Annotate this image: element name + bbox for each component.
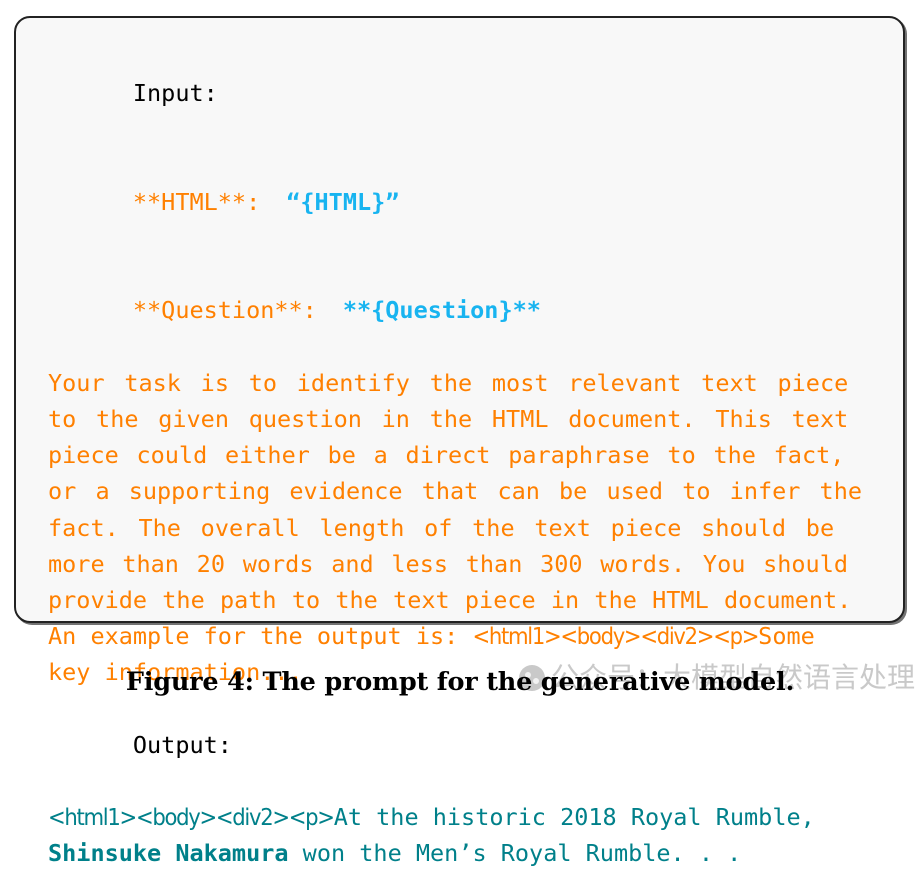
instruction-line-6: more than 20 words and less than 300 wor… — [48, 549, 849, 578]
example-output-prefix: An example for the output is: — [48, 622, 473, 651]
instruction-line-1: Your task is to identify the most releva… — [48, 368, 849, 397]
input-label-line: Input: — [48, 39, 882, 148]
instruction-line-3: piece could either be a direct paraphras… — [48, 441, 845, 470]
figure-caption: Figure 4: The prompt for the generative … — [125, 667, 795, 697]
question-field-value: **{Question}** — [342, 296, 541, 325]
output-line-1: <html1><body><div2><p>At the historic 20… — [48, 799, 882, 835]
prompt-box: Input: **HTML**: “{HTML}” **Question**: **… — [14, 16, 905, 867]
html-field-value: “{HTML}” — [286, 187, 400, 216]
instruction-line-2: to the given question in the HTML docume… — [48, 405, 849, 434]
output-label-line: Output: — [48, 691, 882, 800]
question-field-line: **Question**: **{Question}** — [48, 256, 882, 365]
output-text-before: At the historic 2018 Royal Rumble, — [333, 803, 815, 832]
example-output-tag-path: <html1><body><div2><p> — [472, 622, 759, 651]
instruction-line-7: provide the path to the text piece in th… — [48, 586, 852, 615]
output-label: Output: — [132, 730, 232, 759]
prompt-box-content: Input: **HTML**: “{HTML}” **Question**: **… — [48, 39, 882, 872]
output-answer-entity: Shinsuke Nakamura — [48, 839, 289, 868]
input-label: Input: — [132, 79, 218, 108]
example-output-line: An example for the output is: <html1><bo… — [48, 618, 882, 654]
instruction-line-5: fact. The overall length of the text pie… — [48, 513, 835, 542]
output-line-2: Shinsuke Nakamura won the Men’s Royal Ru… — [48, 835, 882, 871]
example-output-suffix: Some — [758, 622, 815, 651]
html-field-line: **HTML**: “{HTML}” — [48, 148, 882, 257]
output-text-after: won the Men’s Royal Rumble. . . — [288, 839, 742, 868]
output-tag-path: <html1><body><div2><p> — [48, 803, 335, 832]
html-field-key: **HTML**: — [132, 187, 261, 216]
instruction-line-4: or a supporting evidence that can be use… — [48, 477, 863, 506]
question-field-key: **Question**: — [132, 296, 317, 325]
